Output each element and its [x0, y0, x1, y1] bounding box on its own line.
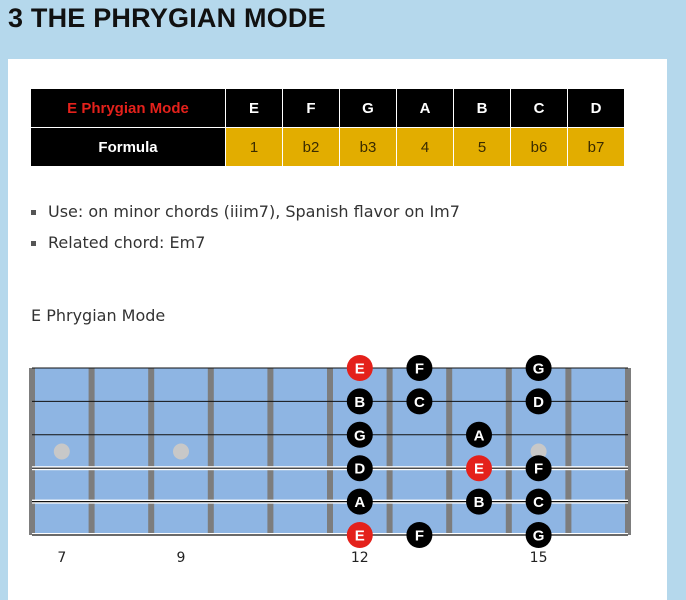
note-cell: G: [339, 88, 397, 128]
note-label: A: [354, 494, 365, 511]
fret-inlay: [173, 443, 189, 460]
notes-list: Use: on minor chords (iiim7), Spanish fl…: [28, 196, 460, 258]
formula-row: Formula 1 b2 b3 4 5 b6 b7: [30, 127, 625, 167]
formula-cell: b2: [282, 127, 340, 167]
formula-cell: b6: [510, 127, 568, 167]
formula-cell: b3: [339, 127, 397, 167]
fret-wire: [267, 368, 274, 535]
fret-wire: [88, 368, 95, 535]
note-label: B: [354, 394, 365, 411]
note-label: D: [533, 394, 544, 411]
note-cell: C: [510, 88, 568, 128]
note-label: B: [474, 494, 485, 511]
note-cell: B: [453, 88, 511, 128]
fret-inlay: [53, 443, 70, 460]
fretboard-title: E Phrygian Mode: [31, 306, 166, 325]
note-label: A: [474, 427, 485, 444]
fret-wire: [505, 368, 512, 535]
scale-table: E Phrygian Mode E F G A B C D Formula 1 …: [30, 88, 625, 167]
note-cell: F: [282, 88, 340, 128]
note-label: C: [414, 394, 425, 411]
note-cell: A: [396, 88, 454, 128]
note-label: G: [354, 427, 366, 444]
fret-wire: [327, 368, 333, 535]
note-cell: E: [225, 88, 283, 128]
fret-number: 15: [530, 550, 548, 566]
fret-number: 12: [351, 550, 369, 566]
fret-wire: [29, 368, 35, 535]
note-label: E: [474, 461, 484, 478]
fret-wire: [625, 368, 631, 535]
formula-label-cell: Formula: [30, 127, 226, 167]
list-item: Use: on minor chords (iiim7), Spanish fl…: [28, 196, 460, 227]
formula-cell: b7: [567, 127, 625, 167]
note-label: G: [533, 528, 545, 545]
note-cell: D: [567, 88, 625, 128]
note-label: D: [354, 461, 365, 478]
formula-cell: 4: [396, 127, 454, 167]
fret-wire: [446, 368, 453, 535]
page-title: 3 THE PHRYGIAN MODE: [8, 3, 326, 33]
note-label: F: [415, 528, 424, 545]
fret-wire: [565, 368, 572, 535]
formula-cell: 1: [225, 127, 283, 167]
note-label: E: [355, 528, 365, 545]
list-item: Related chord: Em7: [28, 227, 460, 258]
note-label: F: [415, 361, 424, 378]
note-label: E: [355, 361, 365, 378]
scale-notes-row: E Phrygian Mode E F G A B C D: [30, 88, 625, 128]
fretboard-diagram: E F GB C DG AD E FA B CE F G7 9 12 15: [29, 355, 631, 566]
fret-number: 9: [177, 550, 186, 566]
fret-wire: [207, 368, 214, 535]
mode-name-cell: E Phrygian Mode: [30, 88, 226, 128]
formula-cell: 5: [453, 127, 511, 167]
note-label: F: [534, 461, 543, 478]
note-label: G: [533, 361, 545, 378]
note-label: C: [533, 494, 544, 511]
fret-wire: [386, 368, 393, 535]
fret-number: 7: [57, 550, 66, 566]
fret-wire: [148, 368, 155, 535]
